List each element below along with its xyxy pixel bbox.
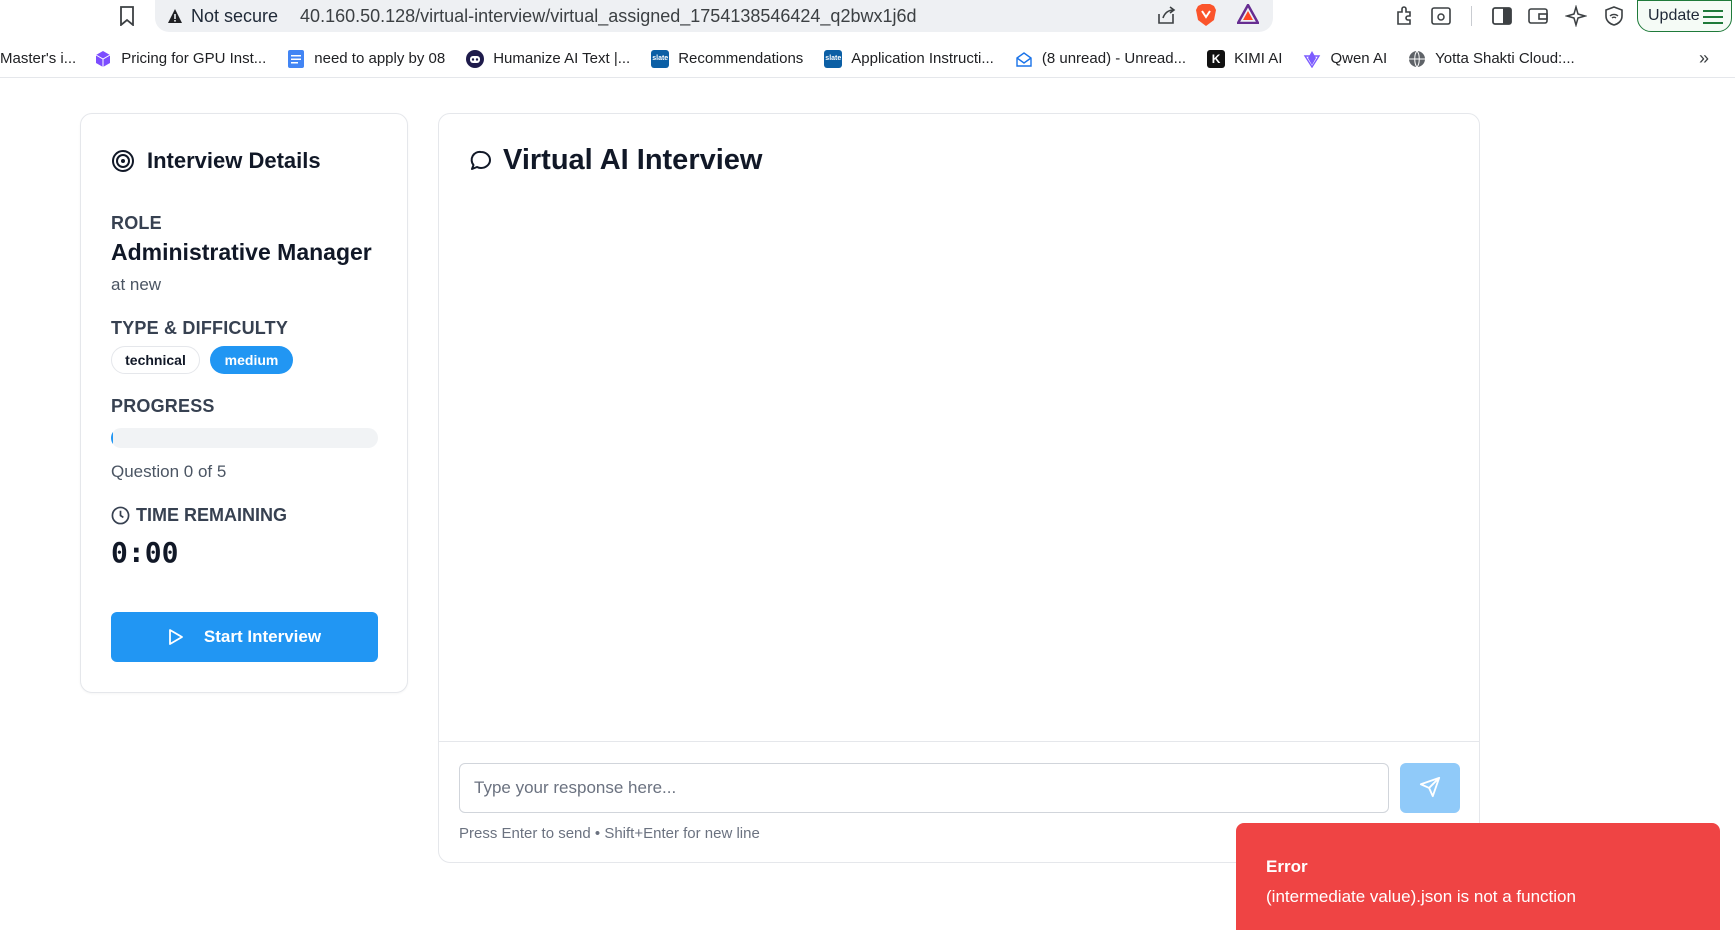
bookmark-label: Recommendations (678, 50, 804, 67)
progress-text: Question 0 of 5 (111, 462, 227, 481)
kimi-icon: K (1207, 49, 1226, 68)
vpn-shield-icon[interactable] (1602, 4, 1626, 28)
mail-icon (1015, 50, 1033, 68)
page-search-icon[interactable] (1429, 4, 1453, 28)
bookmark-label: need to apply by 08 (314, 50, 446, 67)
browser-toolbar: Not secure 40.160.50.128/virtual-intervi… (0, 0, 1735, 32)
url-text[interactable]: 40.160.50.128/virtual-interview/virtual_… (300, 6, 916, 27)
error-toast[interactable]: Error (intermediate value).json is not a… (1236, 823, 1720, 930)
interview-details-card: Interview Details ROLE Administrative Ma… (80, 113, 408, 693)
bookmark-item[interactable]: Humanize AI Text |... (466, 49, 631, 68)
toast-title: Error (1266, 857, 1308, 876)
bookmark-label: Application Instructi... (851, 50, 994, 67)
bookmarks-bar: Master's i... Pricing for GPU Inst... ne… (0, 40, 1735, 78)
bookmark-item[interactable]: (8 unread) - Unread... (1015, 50, 1186, 68)
details-title: Interview Details (147, 148, 321, 173)
clock-icon (111, 506, 130, 525)
bookmark-label: Humanize AI Text |... (493, 50, 631, 67)
bookmark-label: (8 unread) - Unread... (1041, 50, 1187, 67)
time-remaining-label: TIME REMAINING (111, 505, 287, 526)
type-difficulty-label: TYPE & DIFFICULTY (111, 318, 289, 338)
chat-heading: Virtual AI Interview (469, 144, 762, 177)
bookmark-icon[interactable] (116, 4, 138, 28)
bookmark-label: Master's i... (0, 50, 77, 67)
bookmark-item[interactable]: Qwen AI (1303, 50, 1387, 68)
difficulty-badge: medium (210, 346, 293, 374)
bookmark-item[interactable]: slate Recommendations (651, 49, 804, 68)
slate-icon: slate (824, 49, 843, 68)
warning-icon[interactable] (167, 8, 183, 24)
input-hint: Press Enter to send • Shift+Enter for ne… (459, 825, 760, 842)
sidebar-toggle-icon[interactable] (1490, 4, 1514, 28)
progress-label: PROGRESS (111, 396, 215, 416)
brave-shield-icon[interactable] (1195, 3, 1217, 32)
menu-icon (1703, 9, 1723, 30)
target-icon (111, 149, 135, 173)
bookmark-item[interactable]: slate Application Instructi... (824, 49, 994, 68)
chat-messages-area[interactable] (439, 204, 1479, 740)
details-heading: Interview Details (111, 148, 321, 174)
progress-bar (111, 428, 378, 448)
divider (439, 741, 1479, 742)
send-button[interactable] (1400, 763, 1460, 813)
globe-icon (1408, 50, 1426, 68)
bot-icon (466, 49, 485, 68)
response-input[interactable] (459, 763, 1389, 813)
type-badge: technical (111, 346, 200, 374)
bookmark-label: KIMI AI (1234, 50, 1283, 67)
chat-title: Virtual AI Interview (503, 144, 763, 176)
extensions-icon[interactable] (1393, 4, 1417, 28)
bookmark-label: Qwen AI (1330, 50, 1388, 67)
play-icon (168, 628, 184, 646)
time-label-text: TIME REMAINING (136, 505, 287, 525)
start-interview-label: Start Interview (203, 627, 322, 646)
bookmark-item[interactable]: K KIMI AI (1207, 49, 1283, 68)
security-label[interactable]: Not secure (191, 6, 278, 27)
send-icon (1419, 776, 1441, 801)
role-company: at new (111, 275, 162, 294)
wallet-icon[interactable] (1526, 4, 1550, 28)
bookmark-label: Pricing for GPU Inst... (121, 50, 267, 67)
interview-chat-card: Virtual AI Interview Press Enter to send… (438, 113, 1480, 863)
address-bar[interactable]: Not secure 40.160.50.128/virtual-intervi… (155, 0, 1273, 32)
chat-bubble-icon (469, 149, 493, 173)
start-interview-button[interactable]: Start Interview (111, 612, 378, 662)
qwen-icon (1303, 50, 1321, 68)
bookmark-item[interactable]: Pricing for GPU Inst... (94, 50, 266, 68)
role-value: Administrative Manager (111, 239, 372, 265)
bookmark-item[interactable]: need to apply by 08 (287, 49, 446, 68)
slate-icon: slate (651, 49, 670, 68)
bookmark-label: Yotta Shakti Cloud:... (1435, 50, 1575, 67)
share-icon[interactable] (1155, 4, 1177, 31)
bat-rewards-icon[interactable] (1235, 2, 1261, 29)
bookmark-item[interactable]: Master's i... (0, 50, 76, 67)
toast-message: (intermediate value).json is not a funct… (1266, 887, 1576, 906)
update-button[interactable]: Update (1637, 0, 1732, 32)
update-label: Update (1648, 7, 1700, 24)
progress-fill (111, 428, 113, 448)
time-value: 0:00 (111, 536, 179, 569)
leo-ai-icon[interactable] (1564, 4, 1588, 28)
docs-icon (287, 49, 305, 68)
chevron-double-right-icon[interactable]: » (1699, 48, 1709, 69)
cube-icon (94, 50, 112, 68)
bookmark-item[interactable]: Yotta Shakti Cloud:... (1408, 50, 1575, 68)
role-label: ROLE (111, 213, 162, 233)
